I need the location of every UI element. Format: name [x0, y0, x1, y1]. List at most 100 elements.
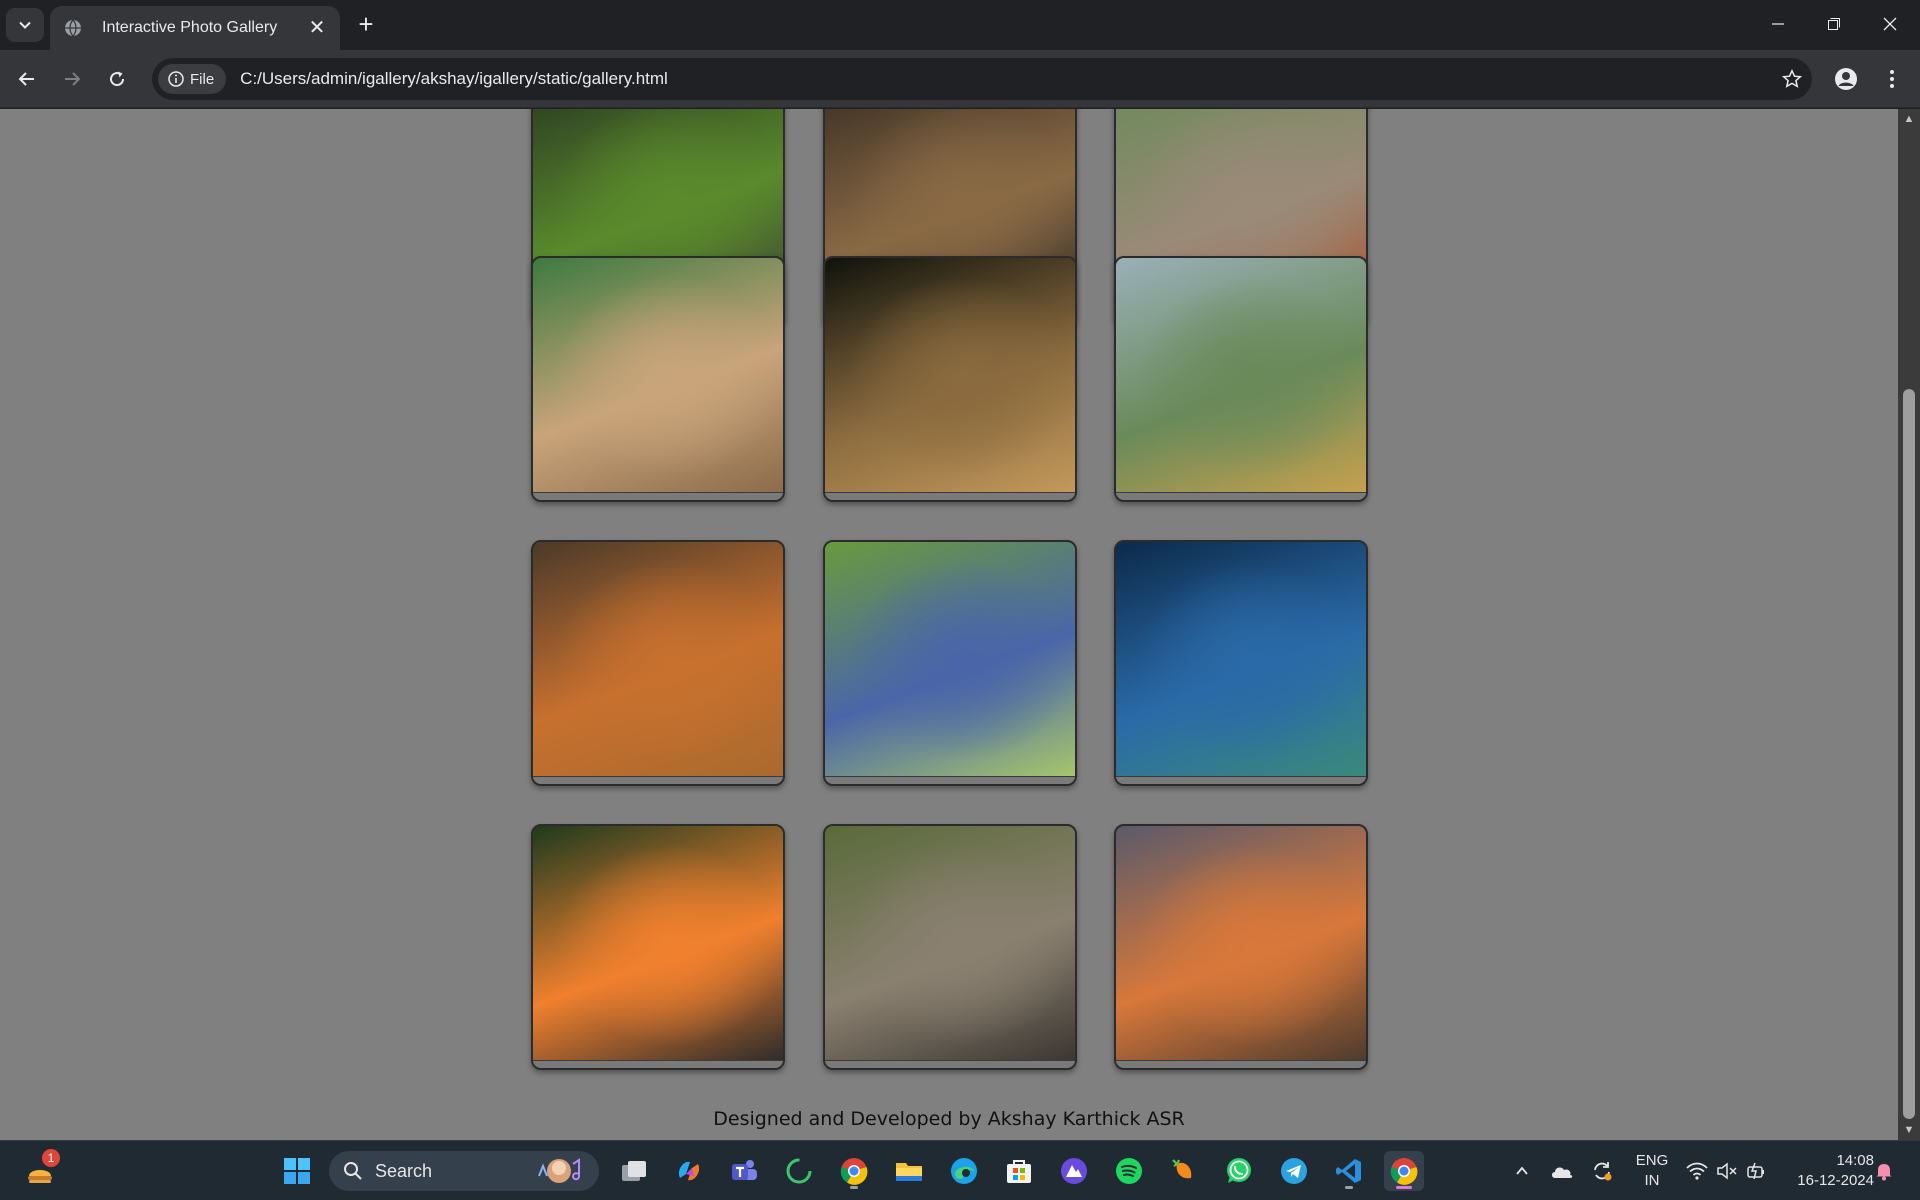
- widgets-button[interactable]: 1: [20, 1149, 60, 1191]
- info-icon: [168, 71, 184, 87]
- photo-image: [533, 542, 783, 780]
- windows-logo-icon: [284, 1158, 310, 1184]
- scroll-down-arrow[interactable]: ▼: [1898, 1120, 1920, 1140]
- speaker-muted-icon: [1717, 1162, 1737, 1180]
- photo-image: [1116, 542, 1366, 780]
- page-scrollbar[interactable]: ▲ ▼: [1898, 109, 1920, 1140]
- chevron-down-icon: [19, 21, 31, 29]
- scroll-thumb[interactable]: [1903, 389, 1915, 1119]
- bell-icon: [1876, 1164, 1892, 1181]
- spotify-app[interactable]: [1109, 1151, 1149, 1191]
- gallery-photo[interactable]: [531, 256, 785, 502]
- task-view-button[interactable]: [614, 1151, 654, 1191]
- sync-icon: [1594, 1162, 1612, 1181]
- site-info-chip[interactable]: File: [158, 64, 227, 94]
- system-clock[interactable]: 14:08 16-12-2024: [1782, 1151, 1874, 1191]
- copilot-icon: [678, 1161, 700, 1181]
- minimize-icon: [1772, 23, 1784, 25]
- photo-image: [825, 826, 1075, 1064]
- arrow-left-icon: [18, 72, 34, 86]
- vpn-app[interactable]: [1054, 1151, 1094, 1191]
- gallery-photo[interactable]: [531, 824, 785, 1070]
- carrot-app[interactable]: [1164, 1151, 1204, 1191]
- vscode-app[interactable]: [1329, 1151, 1369, 1191]
- tab-search-button[interactable]: [6, 8, 44, 42]
- profile-icon: [1835, 68, 1857, 90]
- running-indicator: [1345, 1186, 1353, 1189]
- wifi-icon: [1686, 1162, 1708, 1180]
- scroll-up-arrow[interactable]: ▲: [1898, 109, 1920, 129]
- edge-icon: [951, 1158, 977, 1184]
- address-bar[interactable]: File C:/Users/admin/igallery/akshay/igal…: [152, 58, 1812, 100]
- tab-strip: Interactive Photo Gallery ✕ +: [0, 0, 1920, 50]
- battery-charging-icon: [1747, 1162, 1764, 1180]
- tab-title: Interactive Photo Gallery: [102, 19, 278, 36]
- taskbar-search[interactable]: Search: [329, 1151, 599, 1191]
- whatsapp-app[interactable]: [1219, 1151, 1259, 1191]
- back-button[interactable]: [11, 63, 43, 95]
- gallery-photo[interactable]: [823, 540, 1077, 786]
- gallery-photo[interactable]: [1114, 824, 1368, 1070]
- volume-button[interactable]: [1715, 1159, 1739, 1183]
- update-sync-button[interactable]: [1590, 1159, 1614, 1183]
- teams-app[interactable]: [724, 1151, 764, 1191]
- input-language-indicator[interactable]: ENG IN: [1630, 1151, 1674, 1191]
- photo-card-base: [533, 1060, 783, 1068]
- start-button[interactable]: [277, 1151, 317, 1191]
- photo-card-base: [1116, 492, 1366, 500]
- chrome-app-active[interactable]: [1384, 1151, 1424, 1191]
- gallery-photo[interactable]: [531, 540, 785, 786]
- photo-card-base: [825, 776, 1075, 784]
- kebab-menu-icon: [1890, 70, 1894, 88]
- photo-card-base: [533, 776, 783, 784]
- photo-card-base: [1116, 776, 1366, 784]
- carrot-icon: [1172, 1159, 1192, 1179]
- file-explorer-app[interactable]: [889, 1151, 929, 1191]
- telegram-app[interactable]: [1274, 1151, 1314, 1191]
- notifications-button[interactable]: [1872, 1159, 1896, 1183]
- url-text[interactable]: C:/Users/admin/igallery/akshay/igallery/…: [240, 69, 1772, 89]
- tab-active[interactable]: Interactive Photo Gallery ✕: [50, 6, 340, 50]
- region-code: IN: [1644, 1172, 1660, 1189]
- screen: Interactive Photo Gallery ✕ + File C:/Us…: [0, 0, 1920, 1200]
- new-tab-button[interactable]: +: [352, 11, 380, 39]
- globe-icon: [65, 19, 81, 37]
- gallery-photo[interactable]: [1114, 256, 1368, 502]
- browser-menu-button[interactable]: [1878, 63, 1906, 95]
- sync-app[interactable]: [779, 1151, 819, 1191]
- chrome-icon: [840, 1158, 868, 1185]
- photo-image: [825, 258, 1075, 496]
- task-view-icon: [622, 1161, 646, 1181]
- star-icon: [1782, 69, 1802, 88]
- onedrive-button[interactable]: [1550, 1159, 1574, 1183]
- chrome-app[interactable]: [834, 1151, 874, 1191]
- bookmark-star-button[interactable]: [1772, 69, 1812, 89]
- wifi-button[interactable]: [1685, 1159, 1709, 1183]
- photo-image: [533, 826, 783, 1064]
- language-code: ENG: [1635, 1152, 1669, 1169]
- show-hidden-icons-button[interactable]: [1510, 1159, 1534, 1183]
- store-app[interactable]: [999, 1151, 1039, 1191]
- copilot-app[interactable]: [669, 1151, 709, 1191]
- restore-icon: [1828, 18, 1840, 30]
- battery-button[interactable]: [1745, 1159, 1769, 1183]
- close-window-button[interactable]: [1862, 0, 1918, 48]
- reload-button[interactable]: [101, 63, 133, 95]
- clock-time: 14:08: [1836, 1152, 1874, 1169]
- store-icon: [1007, 1160, 1031, 1183]
- clock-date: 16-12-2024: [1797, 1172, 1874, 1189]
- photo-card-base: [825, 1060, 1075, 1068]
- gallery-photo[interactable]: [1114, 540, 1368, 786]
- forward-button[interactable]: [56, 63, 88, 95]
- tab-close-icon[interactable]: ✕: [306, 17, 328, 39]
- footer-credit: Designed and Developed by Akshay Karthic…: [713, 1108, 1185, 1130]
- arrow-right-icon: [65, 72, 81, 86]
- restore-button[interactable]: [1806, 0, 1862, 48]
- gallery-photo[interactable]: [823, 824, 1077, 1070]
- search-label: Search: [375, 1160, 433, 1181]
- edge-app[interactable]: [944, 1151, 984, 1191]
- running-indicator: [850, 1186, 858, 1189]
- gallery-photo[interactable]: [823, 256, 1077, 502]
- profile-button[interactable]: [1830, 63, 1862, 95]
- minimize-button[interactable]: [1750, 0, 1806, 48]
